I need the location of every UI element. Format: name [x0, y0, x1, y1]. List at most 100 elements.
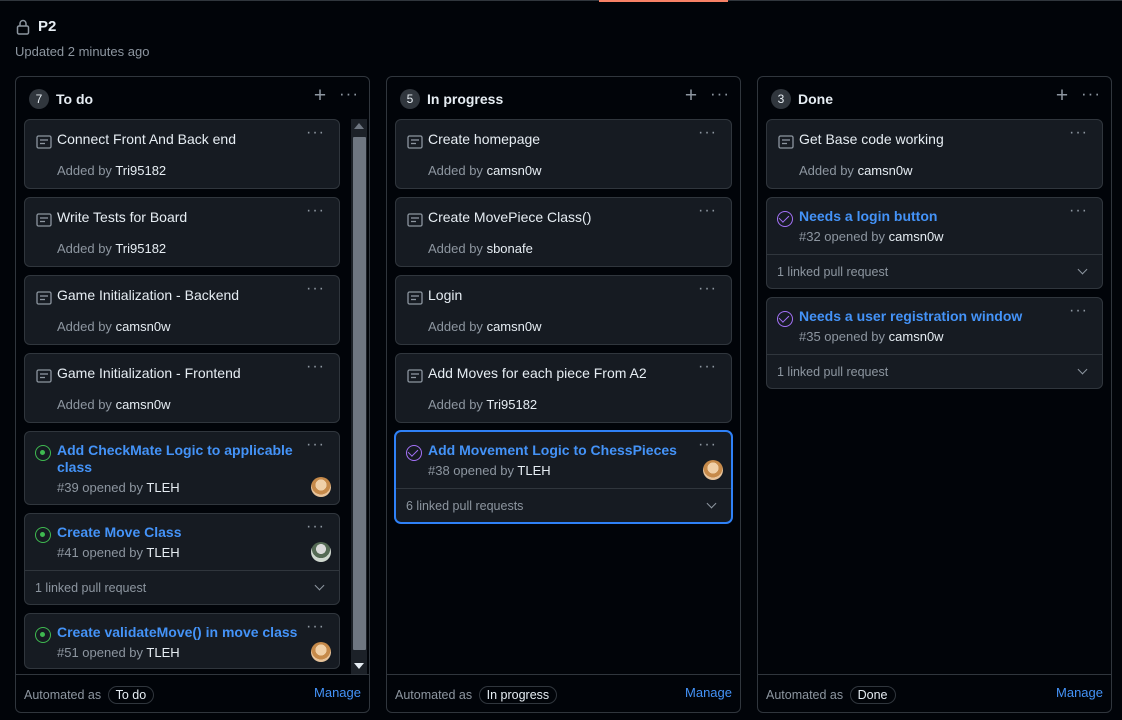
column-done: 3 Done + ··· Get Base code working Added… [757, 76, 1112, 713]
column-header: 7 To do + ··· [16, 77, 369, 119]
card-menu-icon[interactable]: ··· [306, 124, 325, 142]
note-card[interactable]: Create MovePiece Class() Added by sbonaf… [395, 197, 732, 267]
card-menu-icon[interactable]: ··· [698, 202, 717, 220]
add-card-icon[interactable]: + [1052, 85, 1072, 107]
card-menu-icon[interactable]: ··· [698, 436, 717, 454]
column-count-badge: 7 [29, 89, 49, 109]
issue-card[interactable]: Needs a login button #32 opened by camsn… [766, 197, 1103, 289]
card-menu-icon[interactable]: ··· [306, 280, 325, 298]
user-link[interactable]: camsn0w [116, 319, 171, 334]
project-updated: Updated 2 minutes ago [15, 44, 150, 59]
avatar[interactable] [703, 460, 723, 480]
linked-pr-label: 6 linked pull requests [406, 499, 524, 513]
user-link[interactable]: camsn0w [858, 163, 913, 178]
note-card[interactable]: Connect Front And Back end Added by Tri9… [24, 119, 340, 189]
manage-automation-link[interactable]: Manage [1056, 685, 1103, 700]
note-card[interactable]: Game Initialization - Backend Added by c… [24, 275, 340, 345]
user-link[interactable]: TLEH [146, 645, 179, 660]
column-todo: 7 To do + ··· Connect Front And Back end… [15, 76, 370, 713]
issue-card-selected[interactable]: Add Movement Logic to ChessPieces #38 op… [395, 431, 732, 523]
add-card-icon[interactable]: + [681, 85, 701, 107]
note-card[interactable]: Create homepage Added by camsn0w ··· [395, 119, 732, 189]
note-icon [407, 369, 423, 383]
column-menu-icon[interactable]: ··· [337, 85, 361, 107]
user-link[interactable]: Tri95182 [486, 397, 537, 412]
note-added-by: Added by camsn0w [57, 319, 171, 334]
card-menu-icon[interactable]: ··· [1069, 202, 1088, 220]
linked-pr-label: 1 linked pull request [777, 365, 889, 379]
issue-title-link[interactable]: Create Move Class [57, 524, 182, 541]
card-menu-icon[interactable]: ··· [306, 518, 325, 536]
note-icon [36, 291, 52, 305]
closed-issue-icon [406, 445, 422, 461]
avatar[interactable] [311, 477, 331, 497]
scroll-down-arrow-icon[interactable] [354, 663, 364, 669]
open-issue-icon [35, 527, 51, 543]
note-card[interactable]: Game Initialization - Frontend Added by … [24, 353, 340, 423]
user-link[interactable]: TLEH [517, 463, 550, 478]
top-border [0, 0, 1122, 1]
project-header: P2 Updated 2 minutes ago [15, 18, 150, 59]
note-title: Login [428, 287, 463, 303]
linked-pull-requests[interactable]: 1 linked pull request [767, 254, 1102, 288]
note-icon [778, 135, 794, 149]
issue-title-link[interactable]: Create validateMove() in move class [57, 624, 297, 641]
issue-title-link[interactable]: Add CheckMate Logic to applicable class [57, 442, 297, 476]
card-menu-icon[interactable]: ··· [1069, 124, 1088, 142]
automation-pill: Done [849, 686, 896, 704]
issue-card[interactable]: Add CheckMate Logic to applicable class … [24, 431, 340, 505]
issue-meta: #35 opened by camsn0w [799, 329, 944, 344]
scroll-up-arrow-icon[interactable] [354, 123, 364, 129]
add-card-icon[interactable]: + [310, 85, 330, 107]
column-footer: Automated as To do Manage [16, 674, 369, 712]
user-link[interactable]: camsn0w [487, 163, 542, 178]
user-link[interactable]: camsn0w [889, 229, 944, 244]
user-link[interactable]: sbonafe [487, 241, 533, 256]
linked-pull-requests[interactable]: 1 linked pull request [25, 570, 339, 604]
user-link[interactable]: camsn0w [487, 319, 542, 334]
note-icon [407, 213, 423, 227]
note-added-by: Added by Tri95182 [57, 163, 167, 178]
linked-pr-label: 1 linked pull request [35, 581, 147, 595]
issue-card[interactable]: Needs a user registration window #35 ope… [766, 297, 1103, 389]
user-link[interactable]: TLEH [146, 480, 179, 495]
card-menu-icon[interactable]: ··· [1069, 302, 1088, 320]
issue-card[interactable]: Create validateMove() in move class #51 … [24, 613, 340, 669]
closed-issue-icon [777, 311, 793, 327]
issue-title-link[interactable]: Add Movement Logic to ChessPieces [428, 442, 677, 459]
note-added-by: Added by sbonafe [428, 241, 533, 256]
linked-pr-label: 1 linked pull request [777, 265, 889, 279]
note-card[interactable]: Login Added by camsn0w ··· [395, 275, 732, 345]
chevron-down-icon [1077, 264, 1088, 275]
column-menu-icon[interactable]: ··· [1079, 85, 1103, 107]
issue-title-link[interactable]: Needs a user registration window [799, 308, 1022, 325]
user-link[interactable]: Tri95182 [115, 163, 166, 178]
column-scrollbar[interactable] [351, 119, 367, 674]
card-menu-icon[interactable]: ··· [306, 358, 325, 376]
manage-automation-link[interactable]: Manage [685, 685, 732, 700]
card-menu-icon[interactable]: ··· [698, 358, 717, 376]
avatar[interactable] [311, 542, 331, 562]
card-menu-icon[interactable]: ··· [306, 436, 325, 454]
linked-pull-requests[interactable]: 6 linked pull requests [396, 488, 731, 522]
issue-title-link[interactable]: Needs a login button [799, 208, 937, 225]
manage-automation-link[interactable]: Manage [314, 685, 361, 700]
avatar[interactable] [311, 642, 331, 662]
card-menu-icon[interactable]: ··· [306, 202, 325, 220]
issue-card[interactable]: Create Move Class #41 opened by TLEH ···… [24, 513, 340, 605]
card-menu-icon[interactable]: ··· [306, 618, 325, 636]
card-menu-icon[interactable]: ··· [698, 280, 717, 298]
note-title: Create homepage [428, 131, 541, 147]
linked-pull-requests[interactable]: 1 linked pull request [767, 354, 1102, 388]
user-link[interactable]: camsn0w [116, 397, 171, 412]
note-card[interactable]: Write Tests for Board Added by Tri95182 … [24, 197, 340, 267]
note-card[interactable]: Add Moves for each piece From A2 Added b… [395, 353, 732, 423]
card-menu-icon[interactable]: ··· [698, 124, 717, 142]
user-link[interactable]: Tri95182 [115, 241, 166, 256]
scrollbar-thumb[interactable] [353, 137, 366, 650]
user-link[interactable]: TLEH [146, 545, 179, 560]
lock-icon [16, 19, 30, 35]
user-link[interactable]: camsn0w [889, 329, 944, 344]
note-card[interactable]: Get Base code working Added by camsn0w ·… [766, 119, 1103, 189]
column-menu-icon[interactable]: ··· [708, 85, 732, 107]
